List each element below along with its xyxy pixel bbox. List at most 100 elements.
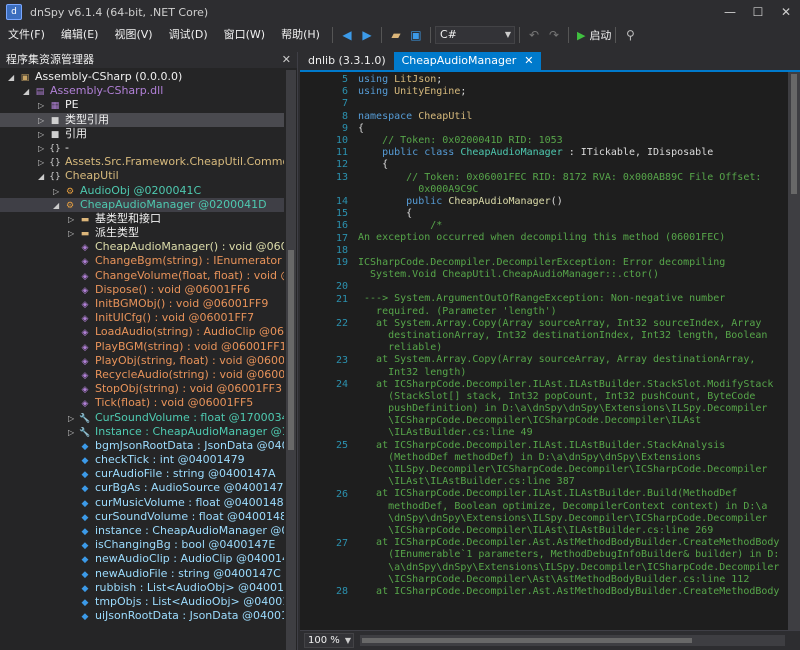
tree-node[interactable]: ◆ uiJsonRootData : JsonData @04001 [0,609,284,623]
collapse-arrow-icon[interactable]: ◢ [38,170,48,184]
collapse-arrow-icon[interactable]: ◢ [23,85,33,99]
horizontal-scroll-thumb[interactable] [362,638,692,643]
code-token: { [358,159,389,171]
collapse-arrow-icon[interactable]: ◢ [53,199,63,213]
code-token: using [358,74,395,85]
menu-debug[interactable]: 调试(D) [161,24,216,46]
tree-node[interactable]: ◢ ▤ Assembly-CSharp.dll [0,84,284,98]
tree-node-icon: ◈ [81,356,89,367]
expand-arrow-icon[interactable]: ▷ [38,114,48,128]
forward-icon[interactable]: ▶ [357,25,377,45]
redo-icon[interactable]: ↷ [544,25,564,45]
tree-node[interactable]: ◆ checkTick : int @04001479 [0,453,284,467]
tree-node[interactable]: ▷ 🔧 CurSoundVolume : float @1700034F [0,411,284,425]
collapse-arrow-icon[interactable]: ◢ [8,71,18,85]
tree-node[interactable]: ◈ InitBGMObj() : void @06001FF9 [0,297,284,311]
tree-node[interactable]: ▷ ■ 类型引用 [0,112,284,128]
expand-arrow-icon[interactable]: ▷ [38,128,48,142]
search-icon[interactable]: ⚲ [620,25,640,45]
zoom-select[interactable]: 100 % ▼ [304,633,354,648]
tree-node[interactable]: ◈ PlayBGM(string) : void @06001FF1 [0,340,284,354]
tree-node[interactable]: ▷ ⚙ AudioObj @0200041C [0,184,284,198]
expand-arrow-icon[interactable]: ▷ [68,412,78,426]
tree-node-label: StopObj(string) : void @06001FF3 [95,382,282,396]
tree-node[interactable]: ◈ Dispose() : void @06001FF6 [0,283,284,297]
expand-arrow-icon[interactable]: ▷ [68,426,78,440]
document-tab[interactable]: dnlib (3.3.1.0) [300,52,394,70]
tree-node[interactable]: ◈ ChangeVolume(float, float) : void @06 [0,269,284,283]
tree-node[interactable]: ◆ tmpObjs : List<AudioObj> @0400147 [0,595,284,609]
menu-window[interactable]: 窗口(W) [216,24,273,46]
editor-status-bar: 100 % ▼ [300,630,800,650]
maximize-button[interactable]: ☐ [744,0,772,24]
tree-node[interactable]: ▷ 🔧 Instance : CheapAudioManager @170 [0,425,284,439]
tree-node[interactable]: ◆ rubbish : List<AudioObj> @04001477 [0,581,284,595]
menu-view[interactable]: 视图(V) [106,24,160,46]
tree-node[interactable]: ◆ curAudioFile : string @0400147A [0,467,284,481]
tree-node[interactable]: ▷ ▬ 基类型和接口 [0,212,284,226]
code-token: namespace [358,110,419,122]
tree-node[interactable]: ▷{} - [0,141,284,155]
expand-arrow-icon[interactable]: ▷ [53,185,63,199]
back-icon[interactable]: ◀ [337,25,357,45]
menu-help[interactable]: 帮助(H) [273,24,328,46]
menu-edit[interactable]: 编辑(E) [53,24,107,46]
tree-node-icon: ◈ [81,243,89,254]
code-token: CheapUtil [418,110,473,122]
document-tab[interactable]: CheapAudioManager ✕ [393,52,542,70]
chevron-down-icon: ▼ [504,30,511,39]
code-editor[interactable]: 5 6 7 8 9 10 11 12 13 14 15 16 17 18 19 20 21 22 23 24 25 26 2… [300,70,800,630]
tree-node[interactable]: ▷ ▬ 派生类型 [0,226,284,240]
tree-node[interactable]: ◈ RecycleAudio(string) : void @06001FE [0,368,284,382]
tree-node[interactable]: ▷{} Assets.Src.Framework.CheapUtil.Common… [0,155,284,169]
tree-node[interactable]: ◈ LoadAudio(string) : AudioClip @06001 [0,325,284,339]
tree-node[interactable]: ◈ Tick(float) : void @06001FF5 [0,396,284,410]
tree-node[interactable]: ◢{} CheapUtil [0,169,284,183]
close-icon[interactable]: ✕ [524,54,533,67]
expand-arrow-icon[interactable]: ▷ [38,99,48,113]
horizontal-scrollbar[interactable] [360,635,785,646]
code-token: An exception occurred when decompiling t… [358,232,726,244]
tree-node[interactable]: ◈ InitUICfg() : void @06001FF7 [0,311,284,325]
save-icon[interactable]: ▣ [406,25,426,45]
language-select[interactable]: C# ▼ [434,26,515,44]
code-view[interactable]: using LitJson; using UnityEngine; namespac… [358,72,788,630]
tree-node[interactable]: ◆ curBgAs : AudioSource @0400147B [0,481,284,495]
tree-scrollbar[interactable] [286,70,296,650]
expand-arrow-icon[interactable]: ▷ [38,156,48,170]
tree-node[interactable]: ◆ newAudioFile : string @0400147C [0,567,284,581]
tree-scroll-thumb[interactable] [288,250,294,450]
tree-node[interactable]: ◆ curMusicVolume : float @04001481 [0,496,284,510]
expand-arrow-icon[interactable]: ▷ [38,142,48,156]
tree-node[interactable]: ▷ ■ 引用 [0,127,284,141]
tree-node[interactable]: ▷ ▦ PE [0,98,284,112]
menu-file[interactable]: 文件(F) [0,24,53,46]
editor-scrollbar[interactable] [788,72,800,630]
open-folder-icon[interactable]: ▰ [386,25,406,45]
tree-node[interactable]: ◈ ChangeBgm(string) : IEnumerator @06 [0,254,284,268]
code-token: Int32 length) [358,366,467,378]
minimize-button[interactable]: — [716,0,744,24]
tree-node-icon: ◈ [81,257,89,268]
tree-node[interactable]: ◈ PlayObj(string, float) : void @06001FF [0,354,284,368]
tree-node[interactable]: ◈ StopObj(string) : void @06001FF3 [0,382,284,396]
close-icon[interactable]: ✕ [282,52,291,68]
start-button[interactable]: ▶ 启动 [577,27,611,43]
code-line: required. (Parameter 'length') [358,306,788,318]
undo-icon[interactable]: ↶ [524,25,544,45]
tree-node[interactable]: ◆ bgmJsonRootData : JsonData @0400 [0,439,284,453]
assembly-tree[interactable]: ◢ ▣ Assembly-CSharp (0.0.0.0) ◢ ▤ Assembly-CS… [0,70,284,650]
tree-node[interactable]: ◆ curSoundVolume : float @04001482 [0,510,284,524]
tree-node[interactable]: ◢ ▣ Assembly-CSharp (0.0.0.0) [0,70,284,84]
close-button[interactable]: ✕ [772,0,800,24]
expand-arrow-icon[interactable]: ▷ [68,213,78,227]
tree-node[interactable]: ◆ newAudioClip : AudioClip @0400147D [0,552,284,566]
editor-scroll-thumb[interactable] [791,74,797,194]
tree-node[interactable]: ◈ CheapAudioManager() : void @06001 [0,240,284,254]
tree-node-icon: ◈ [81,285,89,296]
tree-node[interactable]: ◢ ⚙ CheapAudioManager @0200041D [0,197,284,213]
tree-node[interactable]: ◆ isChangingBg : bool @0400147E [0,538,284,552]
line-number-gutter: 5 6 7 8 9 10 11 12 13 14 15 16 17 18 19 20 21 22 23 24 25 26 2… [300,72,352,630]
expand-arrow-icon[interactable]: ▷ [68,227,78,241]
tree-node[interactable]: ◆ instance : CheapAudioManager @0400 [0,524,284,538]
